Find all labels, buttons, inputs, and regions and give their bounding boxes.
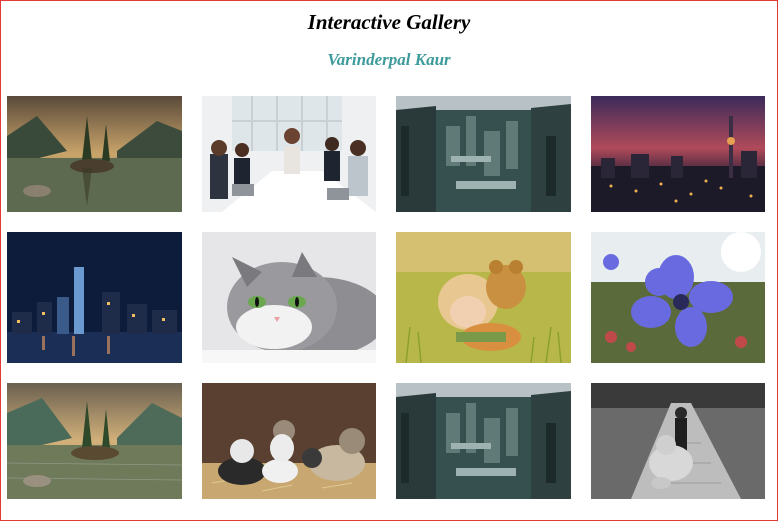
gallery-image-gray-cat[interactable] bbox=[202, 232, 376, 363]
gallery-image-mountain-lake-painting[interactable] bbox=[7, 383, 182, 499]
gallery-image-city-dusk[interactable] bbox=[591, 96, 765, 212]
gallery-image-blue-flower[interactable] bbox=[591, 232, 765, 363]
gallery-image-girl-teddy[interactable] bbox=[396, 232, 571, 363]
gallery-image-city-aerial-2[interactable] bbox=[396, 383, 571, 499]
gallery-image-city-aerial[interactable] bbox=[396, 96, 571, 212]
gallery-image-mountain-lake[interactable] bbox=[7, 96, 182, 212]
gallery-image-kittens[interactable] bbox=[202, 383, 376, 499]
gallery-image-night-city[interactable] bbox=[7, 232, 182, 363]
image-gallery bbox=[0, 0, 778, 521]
gallery-image-business-meeting[interactable] bbox=[202, 96, 376, 212]
gallery-image-girl-road-bw[interactable] bbox=[591, 383, 765, 499]
